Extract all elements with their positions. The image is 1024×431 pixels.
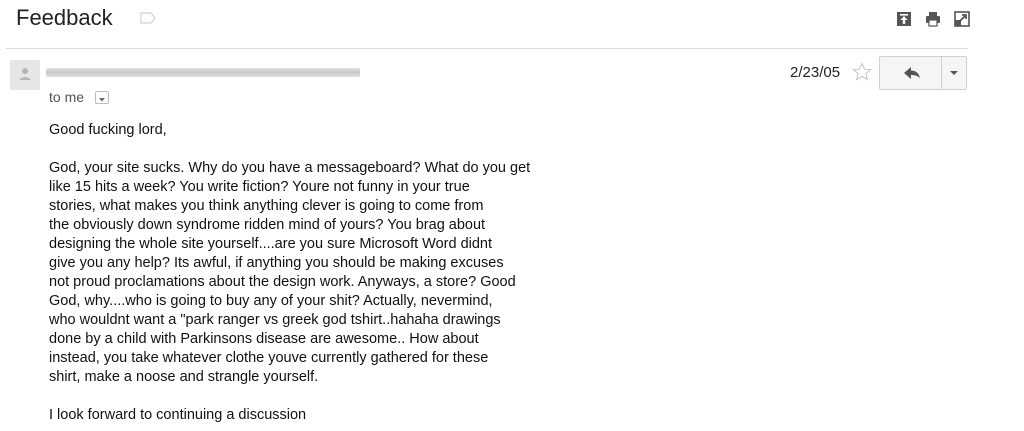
star-icon[interactable]: [852, 62, 872, 82]
collapse-icon[interactable]: [896, 11, 912, 27]
body-greeting: Good fucking lord,: [49, 122, 167, 138]
dropdown-icon: [950, 71, 958, 75]
more-options-button[interactable]: [942, 57, 966, 89]
body-line: instead, you take whatever clothe youve …: [49, 350, 489, 366]
reply-button[interactable]: [880, 57, 942, 89]
body-line: shirt, make a noose and strangle yoursel…: [49, 369, 319, 385]
body-line: who wouldnt want a "park ranger vs greek…: [49, 312, 501, 328]
new-window-icon[interactable]: [954, 11, 970, 27]
body-line: the obviously down syndrome ridden mind …: [49, 217, 486, 233]
header-divider: [6, 48, 968, 49]
body-paragraph: God, your site sucks. Why do you have a …: [49, 159, 609, 387]
body-line: God, your site sucks. Why do you have a …: [49, 160, 531, 176]
message-body: Good fucking lord, God, your site sucks.…: [49, 121, 609, 425]
body-line: stories, what makes you think anything c…: [49, 198, 484, 214]
body-line: done by a child with Parkinsons disease …: [49, 331, 479, 347]
sender-avatar[interactable]: [10, 60, 40, 90]
recipient-label: to me: [49, 89, 85, 105]
label-tag-icon[interactable]: [140, 12, 156, 24]
reply-icon: [904, 67, 920, 79]
subject-title: Feedback: [16, 5, 113, 30]
reply-button-group: [879, 56, 967, 90]
body-line: God, why....who is going to buy any of y…: [49, 293, 493, 309]
chevron-down-icon: [99, 98, 105, 102]
avatar-icon: [19, 68, 31, 80]
body-line: not proud proclamations about the design…: [49, 274, 516, 290]
body-line: give you any help? Its awful, if anythin…: [49, 255, 504, 271]
print-icon[interactable]: [925, 11, 941, 27]
body-line: designing the whole site yourself....are…: [49, 236, 493, 252]
body-line: like 15 hits a week? You write fiction? …: [49, 179, 470, 195]
recipient-details-button[interactable]: [95, 91, 109, 104]
body-closing: I look forward to continuing a discussio…: [49, 407, 307, 423]
message-date: 2/23/05: [790, 64, 841, 81]
sender-name-redacted: [46, 68, 360, 77]
